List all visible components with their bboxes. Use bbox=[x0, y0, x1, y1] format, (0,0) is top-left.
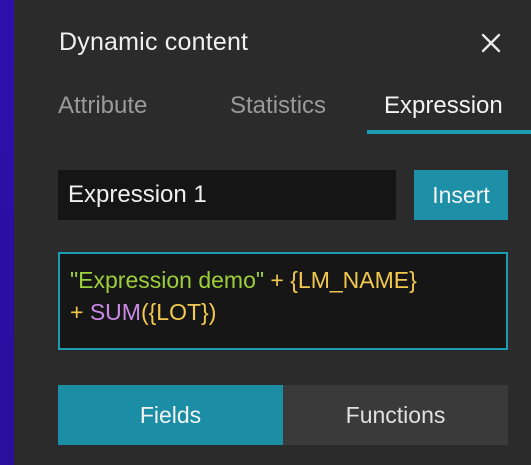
tab-expression[interactable]: Expression bbox=[384, 92, 503, 120]
expression-line-1: "Expression demo" + {LM_NAME} bbox=[70, 264, 496, 296]
expression-line-2: + SUM({LOT}) bbox=[70, 296, 496, 328]
panel-header: Dynamic content bbox=[14, 0, 531, 80]
insert-button[interactable]: Insert bbox=[414, 170, 508, 220]
functions-toggle-button[interactable]: Functions bbox=[283, 385, 508, 445]
expression-token-function: SUM bbox=[89, 299, 141, 325]
panel-title: Dynamic content bbox=[59, 28, 249, 56]
fields-toggle-button[interactable]: Fields bbox=[58, 385, 283, 445]
tab-bar: Attribute Statistics Expression bbox=[14, 80, 531, 136]
expression-token-field: {LM_NAME} bbox=[290, 267, 417, 293]
fields-functions-toggle: Fields Functions bbox=[58, 385, 508, 445]
expression-token-operator: + bbox=[70, 299, 84, 325]
expression-editor[interactable]: "Expression demo" + {LM_NAME} + SUM({LOT… bbox=[58, 252, 508, 350]
tab-statistics[interactable]: Statistics bbox=[230, 92, 326, 120]
close-icon bbox=[481, 33, 501, 53]
active-tab-indicator bbox=[367, 130, 531, 134]
dynamic-content-panel: Dynamic content Attribute Statistics Exp… bbox=[14, 0, 531, 465]
expression-token-field-arg: ({LOT}) bbox=[140, 299, 217, 325]
expression-token-string: "Expression demo" bbox=[70, 267, 265, 293]
expression-name-input[interactable] bbox=[58, 170, 396, 220]
expression-token-operator: + bbox=[270, 267, 284, 293]
backdrop-left bbox=[0, 0, 14, 465]
close-button[interactable] bbox=[476, 28, 506, 58]
tab-attribute[interactable]: Attribute bbox=[58, 92, 147, 120]
